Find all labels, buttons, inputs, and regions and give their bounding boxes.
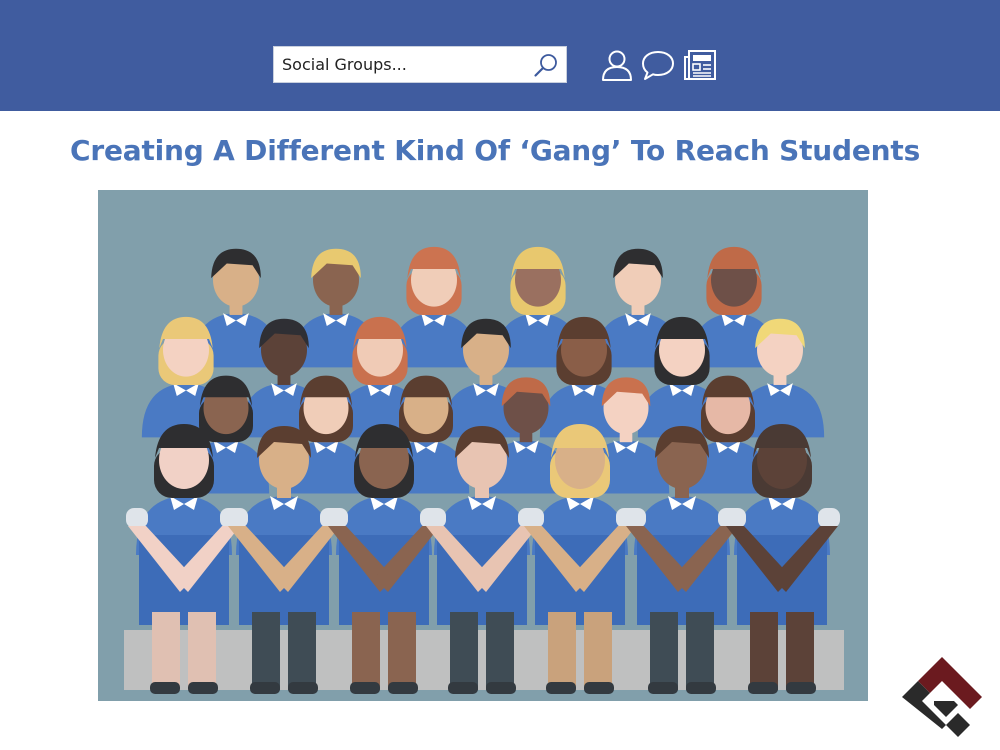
- class-photo-illustration: [98, 190, 868, 701]
- search-box: [273, 46, 567, 83]
- profile-icon[interactable]: [600, 48, 634, 82]
- search-input[interactable]: [274, 47, 532, 82]
- newsfeed-icon[interactable]: [683, 48, 717, 82]
- brand-logo: [902, 657, 982, 737]
- search-icon[interactable]: [532, 51, 560, 79]
- chat-bubble-icon[interactable]: [641, 48, 675, 82]
- article-title: Creating A Different Kind Of ‘Gang’ To R…: [70, 134, 921, 167]
- top-bar: [0, 0, 1000, 111]
